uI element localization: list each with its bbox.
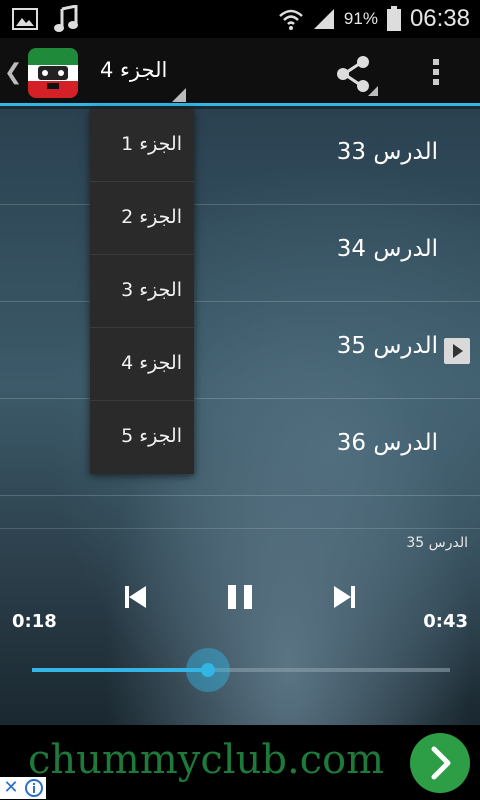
overflow-menu-icon[interactable] [426, 56, 446, 92]
status-time: 06:38 [409, 5, 470, 32]
dropdown-item-label: الجزء 1 [121, 133, 182, 155]
app-icon[interactable] [28, 48, 78, 98]
action-bar: ❮ الجزء 4 [0, 38, 480, 106]
dropdown-item[interactable]: الجزء 1 [90, 109, 194, 182]
dropdown-item-label: الجزء 4 [121, 352, 182, 374]
audio-player: الدرس 35 0:18 0:43 [0, 528, 480, 708]
now-playing-icon [444, 338, 470, 364]
lesson-label: الدرس 36 [336, 430, 438, 456]
dropdown-item-label: الجزء 5 [121, 425, 182, 447]
lesson-label: الدرس 35 [336, 333, 438, 359]
dropdown-item-label: الجزء 3 [121, 279, 182, 301]
image-icon [12, 8, 38, 30]
dropdown-item[interactable]: الجزء 4 [90, 328, 194, 401]
arrow-right-icon[interactable] [410, 733, 470, 793]
dropdown-item[interactable]: الجزء 2 [90, 182, 194, 255]
time-total: 0:43 [423, 611, 468, 632]
close-icon[interactable]: ✕ [0, 777, 22, 799]
lesson-row[interactable]: الدرس 35 [0, 303, 480, 399]
pause-icon[interactable] [220, 577, 260, 617]
lesson-label: الدرس 34 [336, 236, 438, 262]
ad-text[interactable]: chummyclub.com [28, 737, 384, 783]
dropdown-item[interactable]: الجزء 5 [90, 401, 194, 474]
part-spinner[interactable]: الجزء 4 [100, 58, 167, 82]
signal-icon [313, 9, 334, 29]
action-bar-accent-line [0, 103, 480, 106]
wifi-icon [279, 9, 303, 30]
lesson-row[interactable]: الدرس 36 [0, 400, 480, 496]
lesson-row[interactable]: الدرس 34 [0, 206, 480, 302]
dropdown-item[interactable]: الجزء 3 [90, 255, 194, 328]
lesson-label: الدرس 33 [336, 139, 438, 165]
time-elapsed: 0:18 [12, 611, 57, 632]
seek-bar-progress [32, 668, 208, 672]
seek-bar[interactable] [32, 648, 450, 692]
battery-icon [386, 6, 401, 31]
spinner-arrow-icon[interactable] [172, 88, 186, 102]
share-dropdown-arrow-icon[interactable] [368, 86, 378, 96]
music-note-icon [54, 5, 78, 32]
chevron-left-icon[interactable]: ❮ [4, 60, 22, 85]
skip-previous-icon[interactable] [116, 577, 156, 617]
seek-thumb[interactable] [185, 648, 230, 692]
now-playing-title: الدرس 35 [406, 535, 468, 551]
lesson-row[interactable]: الدرس 33 [0, 109, 480, 205]
ad-banner[interactable]: chummyclub.com ✕ [0, 725, 480, 800]
skip-next-icon[interactable] [324, 577, 364, 617]
battery-percent: 91% [343, 9, 378, 28]
dropdown-item-label: الجزء 2 [121, 206, 182, 228]
status-bar: 91% 06:38 [0, 0, 480, 38]
lesson-list: الدرس 33 الدرس 34 الدرس 35 الدرس 36 الدر… [0, 109, 480, 725]
info-icon[interactable] [22, 777, 46, 799]
part-dropdown-menu: الجزء 1 الجزء 2 الجزء 3 الجزء 4 الجزء 5 [90, 109, 194, 474]
